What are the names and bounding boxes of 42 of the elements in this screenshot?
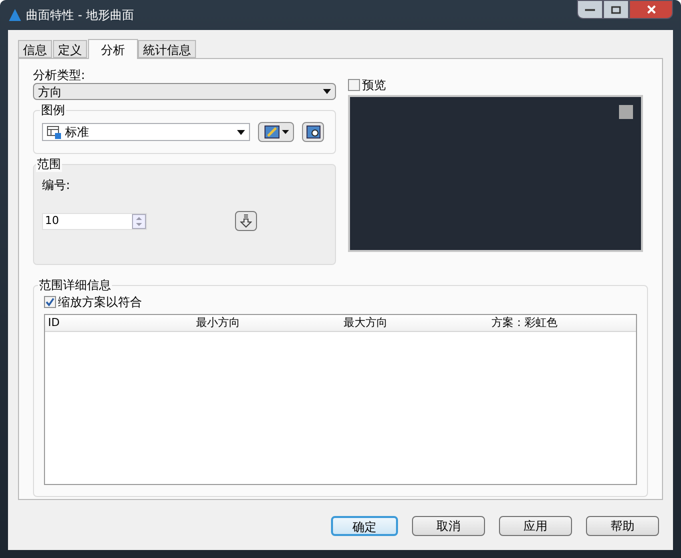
dropdown-arrow-icon: [237, 130, 245, 134]
analysis-type-label: 分析类型:: [33, 67, 86, 83]
down-arrow-button[interactable]: [235, 211, 257, 231]
scale-to-fit-checkbox[interactable]: [44, 296, 56, 308]
close-button[interactable]: [629, 0, 673, 19]
preview-checkbox[interactable]: [348, 79, 360, 91]
legend-group-label: 图例: [40, 102, 66, 118]
maximize-button[interactable]: [603, 0, 629, 19]
scale-to-fit-label: 缩放方案以符合: [58, 294, 142, 310]
column-header[interactable]: 方案：彩虹色: [488, 315, 636, 331]
preview-style-button[interactable]: [302, 122, 324, 142]
spinner-arrows-icon: [132, 214, 146, 228]
number-label: 编号:: [42, 177, 72, 193]
column-header[interactable]: 最大方向: [340, 315, 488, 331]
preview-label: 预览: [362, 77, 386, 93]
tab[interactable]: 定义: [53, 40, 87, 58]
minimize-icon: [585, 8, 595, 12]
column-header[interactable]: ID: [45, 315, 193, 331]
tab[interactable]: 信息: [18, 40, 52, 58]
range-group-label: 范围: [36, 156, 62, 172]
dialog-button[interactable]: 确定: [331, 516, 398, 536]
pencil-icon: [264, 125, 280, 139]
number-spinner[interactable]: 10: [42, 212, 147, 230]
dialog-button[interactable]: 取消: [412, 516, 485, 536]
dialog-button[interactable]: 帮助: [586, 516, 659, 536]
app-logo-icon: [8, 8, 22, 22]
column-header[interactable]: 最小方向: [192, 315, 340, 331]
close-icon: [646, 5, 656, 14]
minimize-button[interactable]: [577, 0, 603, 19]
maximize-icon: [611, 6, 621, 14]
analysis-type-dropdown[interactable]: 方向: [33, 83, 336, 100]
edit-style-button[interactable]: [258, 122, 294, 142]
table-style-icon: [47, 126, 61, 138]
range-details-label: 范围详细信息: [38, 277, 112, 293]
tab[interactable]: 分析: [88, 39, 138, 59]
dropdown-arrow-icon: [323, 89, 331, 94]
down-arrow-icon: [240, 214, 252, 228]
legend-dropdown[interactable]: 标准: [42, 123, 250, 141]
dialog-button[interactable]: 应用: [499, 516, 572, 536]
window-title: 曲面特性 - 地形曲面: [26, 7, 134, 24]
dropdown-arrow-icon: [282, 130, 288, 134]
tab[interactable]: 統计信息: [138, 40, 196, 58]
